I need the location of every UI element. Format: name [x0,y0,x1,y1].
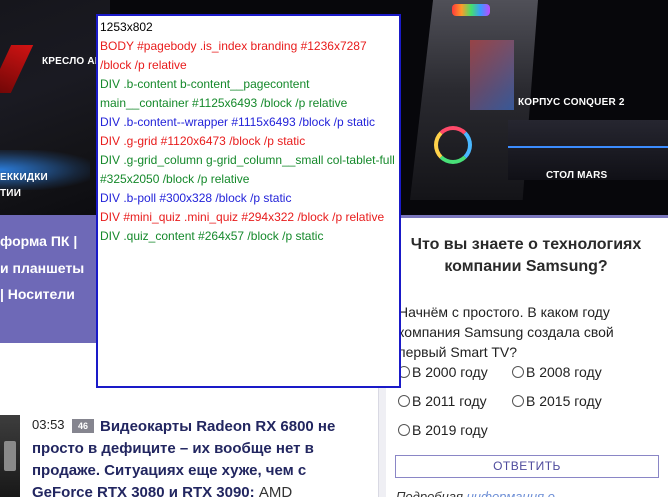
banner-label-promo[interactable]: ТИИ [0,188,21,199]
radio-icon[interactable] [512,366,524,378]
case-glass-panel [470,40,514,110]
poll-option-2019[interactable]: В 2019 году [398,422,488,438]
poll-submit-button[interactable]: ОТВЕТИТЬ [395,455,659,478]
inspector-line-content: DIV .b-content b-content__pagecontent ma… [100,77,348,110]
poll-more-info: Подробная информация о [396,489,555,497]
poll-title: Что вы знаете о технологиях компании Sam… [410,236,642,275]
inspector-line-grid: DIV .g-grid #1120x6473 /block /p static [100,134,306,148]
news-item[interactable]: 03:53 46 Видеокарты Radeon RX 6800 не пр… [0,405,378,497]
banner-label-chair[interactable]: КРЕСЛО AR [42,56,102,67]
nav-row-platform[interactable]: форма ПК | [0,233,77,249]
banner-label-discounts[interactable]: ЕККИДКИ [0,172,48,183]
gpu-icon [4,441,16,471]
poll-question: Начнём с простого. В каком году компания… [398,304,614,360]
rgb-strip [452,4,490,16]
poll-more-link[interactable]: информация о [467,489,555,497]
radio-icon[interactable] [512,395,524,407]
news-thumbnail[interactable] [0,415,20,497]
poll-option-2015[interactable]: В 2015 году [512,393,602,409]
inspector-line-grid-column: DIV .g-grid_column g-grid_column__small … [100,153,399,186]
radio-icon[interactable] [398,395,410,407]
quiz-poll: Что вы знаете о технологиях компании Sam… [386,215,668,497]
poll-top-border [386,215,668,218]
nav-row-storage[interactable]: | Носители [0,286,75,302]
banner-label-case[interactable]: КОРПУС CONQUER 2 [518,97,625,108]
banner-label-desk[interactable]: СТОЛ MARS [546,170,607,181]
element-inspector-tooltip: 1253x802 BODY #pagebody .is_index brandi… [96,14,401,388]
rgb-fan-icon [434,126,472,164]
inspector-viewport-size: 1253x802 [100,20,153,34]
poll-option-2011[interactable]: В 2011 году [398,393,487,409]
news-source: AMD [258,484,293,497]
blue-light-glow [0,150,90,190]
inspector-line-quiz-content: DIV .quiz_content #264x57 /block /p stat… [100,229,324,243]
poll-option-2008[interactable]: В 2008 году [512,364,602,380]
inspector-line-poll: DIV .b-poll #300x328 /block /p static [100,191,292,205]
inspector-line-body: BODY #pagebody .is_index branding #1236x… [100,39,370,72]
news-headline[interactable]: Видеокарты Radeon RX 6800 не просто в де… [32,416,362,497]
nav-row-tablets[interactable]: и планшеты [0,260,84,276]
desk-light-edge [508,146,668,148]
inspector-line-wrapper: DIV .b-content--wrapper #1115x6493 /bloc… [100,115,376,129]
inspector-line-mini-quiz: DIV #mini_quiz .mini_quiz #294x322 /bloc… [100,210,385,224]
radio-icon[interactable] [398,424,410,436]
poll-option-2000[interactable]: В 2000 году [398,364,488,380]
